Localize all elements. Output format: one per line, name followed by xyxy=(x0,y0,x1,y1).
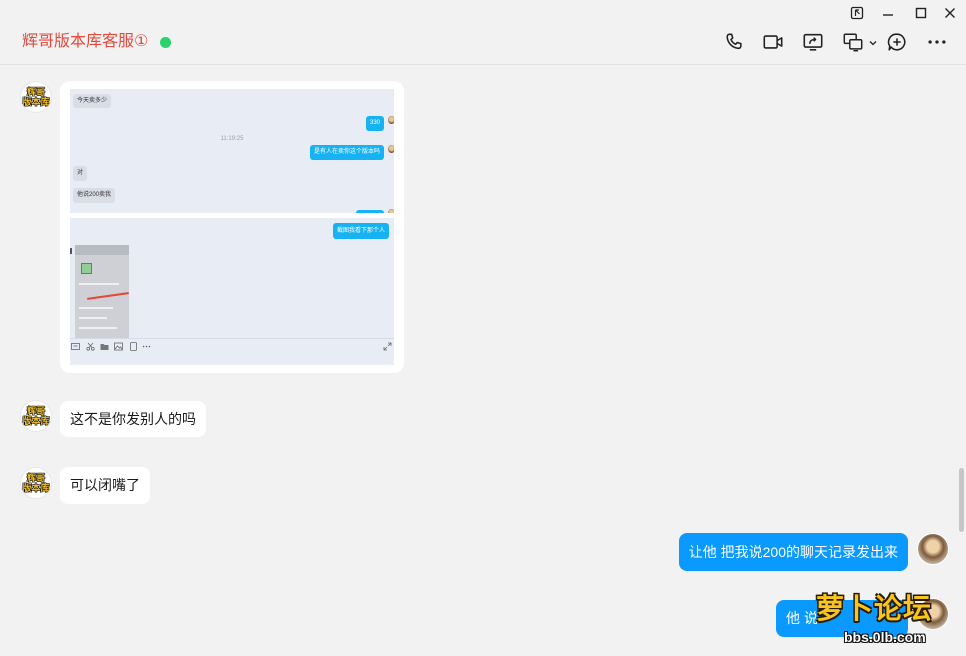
message-bubble[interactable]: 这不是你发别人的吗 xyxy=(60,401,206,437)
expand-icon xyxy=(383,342,392,351)
embedded-bubble: 他说200卖我 xyxy=(73,188,116,203)
pin-icon[interactable] xyxy=(848,4,866,22)
phone-icon[interactable] xyxy=(723,31,745,53)
embedded-bubble: 是有人在卖你这个版本吗 xyxy=(309,145,384,160)
scrollbar-thumb[interactable] xyxy=(959,468,964,532)
message-bubble[interactable]: 可以闭嘴了 xyxy=(60,467,150,504)
avatar-logo-text: 辉哥 xyxy=(26,87,45,97)
more-icon[interactable] xyxy=(926,31,948,53)
embedded-bubble: 截图我看下那个人 xyxy=(332,223,389,239)
avatar-logo-text: 辉哥 xyxy=(26,406,45,416)
watermark-logo: 萝卜论坛 bbs.0lb.com xyxy=(816,592,958,652)
screenshot-top-panel: 今天卖多少 11:19:25 330 是有人在卖你这个版本吗 对 他说200卖我 xyxy=(70,89,394,213)
close-icon[interactable] xyxy=(941,4,959,22)
embedded-timestamp: 11:19:25 xyxy=(220,136,244,142)
contact-avatar[interactable]: 辉哥 版本库 xyxy=(20,467,52,499)
folder-icon xyxy=(100,344,109,350)
embedded-mark xyxy=(70,248,72,254)
more-icon xyxy=(142,345,151,348)
emoji-icon xyxy=(71,343,80,350)
image-icon xyxy=(114,342,123,351)
chat-title[interactable]: 辉哥版本库客服① xyxy=(22,32,148,52)
embedded-bubble: 今天卖多少 xyxy=(73,94,112,108)
minimize-icon[interactable] xyxy=(879,4,897,22)
video-call-icon[interactable] xyxy=(762,31,784,53)
screen-share-icon[interactable] xyxy=(802,31,824,53)
online-status-dot xyxy=(160,37,171,48)
remote-desktop-icon[interactable] xyxy=(842,31,864,53)
add-circle-icon[interactable] xyxy=(886,31,908,53)
embedded-bubble: 330 xyxy=(365,116,384,131)
embedded-avatar xyxy=(388,145,394,153)
watermark-url: bbs.0lb.com xyxy=(844,629,926,645)
contact-avatar[interactable]: 辉哥 版本库 xyxy=(20,81,52,113)
scissors-icon xyxy=(86,342,95,351)
embedded-bubble-cut xyxy=(356,210,384,213)
avatar-logo-text: 版本库 xyxy=(22,483,50,493)
message-bubble-self[interactable]: 让他 把我说200的聊天记录发出来 xyxy=(678,533,908,571)
embedded-avatar xyxy=(388,209,394,213)
embedded-bubble: 对 xyxy=(73,166,88,181)
screenshot-bottom-panel: 截图我看下那个人 xyxy=(70,218,394,338)
embedded-avatar xyxy=(388,116,394,124)
watermark-title: 萝卜论坛 xyxy=(816,593,933,624)
avatar-logo-text: 版本库 xyxy=(22,97,50,107)
header-divider xyxy=(0,64,966,65)
window-icon xyxy=(130,342,137,351)
self-avatar[interactable] xyxy=(917,533,949,565)
avatar-logo-text: 辉哥 xyxy=(26,473,45,483)
contact-avatar[interactable]: 辉哥 版本库 xyxy=(20,400,52,432)
chevron-down-icon[interactable] xyxy=(867,37,878,48)
avatar-logo-text: 版本库 xyxy=(22,416,50,426)
maximize-icon[interactable] xyxy=(912,4,930,22)
chat-screenshot-image[interactable]: 今天卖多少 11:19:25 330 是有人在卖你这个版本吗 对 他说200卖我… xyxy=(70,89,394,365)
embedded-thumbnail-image xyxy=(75,245,129,338)
